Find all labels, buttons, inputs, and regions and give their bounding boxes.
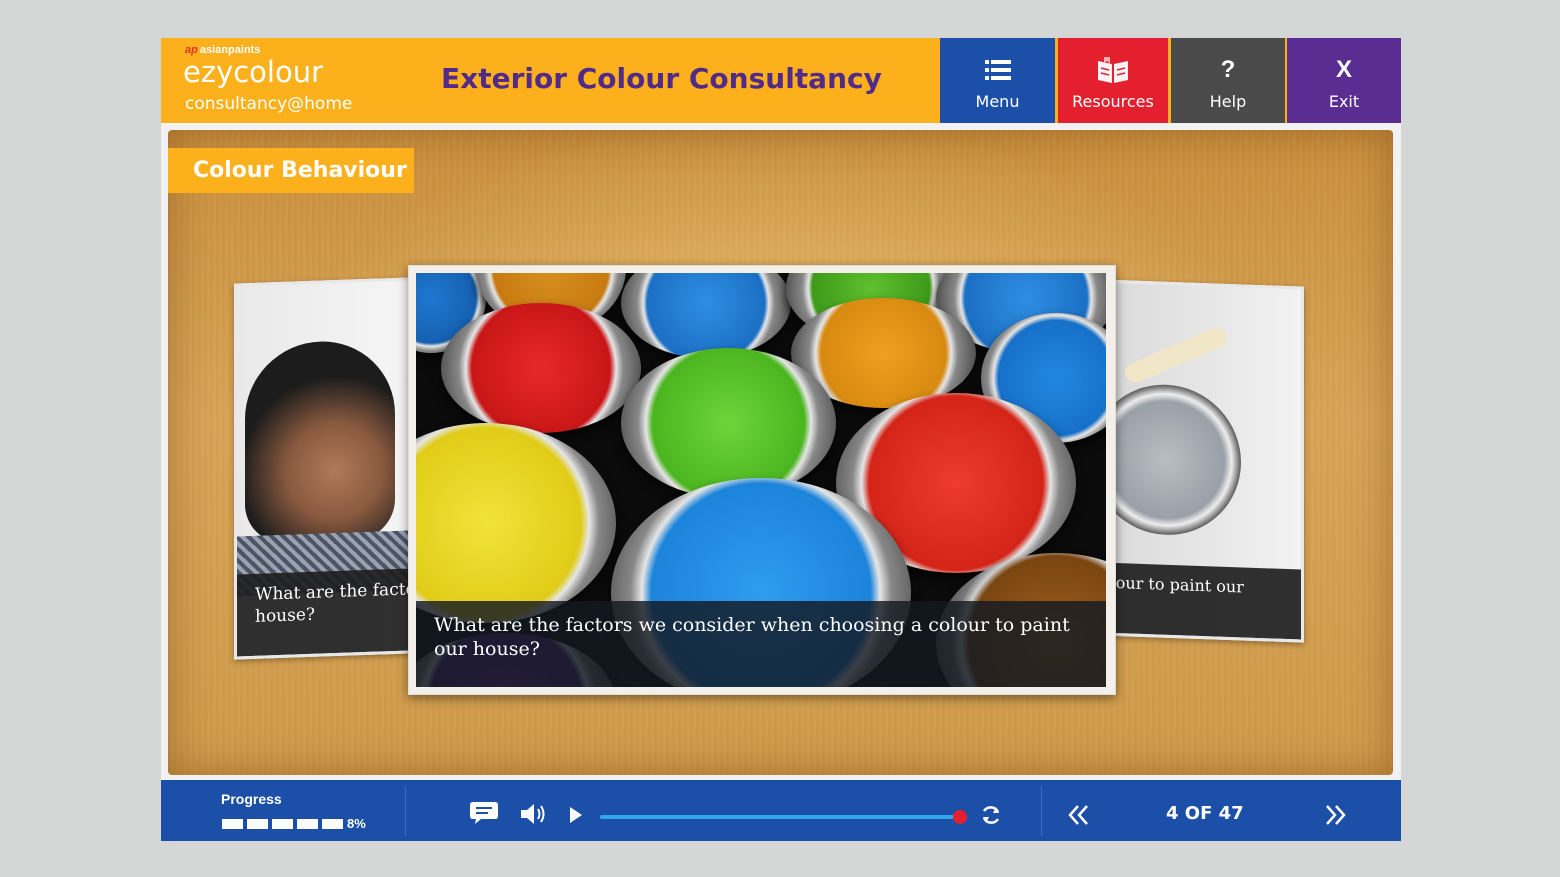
question-icon: ? [1220, 56, 1236, 83]
list-icon [940, 56, 1055, 84]
course-title: Exterior Colour Consultancy [441, 62, 882, 95]
play-icon [570, 807, 582, 823]
section-title: Colour Behaviour [168, 148, 414, 193]
volume-button[interactable] [519, 801, 549, 827]
chat-bubble-icon [470, 802, 498, 824]
current-card-caption: What are the factors we consider when ch… [416, 601, 1106, 687]
paint-cans-photo: What are the factors we consider when ch… [416, 273, 1106, 687]
next-slide-button[interactable] [1321, 802, 1349, 828]
slide-stage: Colour Behaviour What are the facto hous… [168, 130, 1393, 775]
help-label: Help [1209, 92, 1247, 111]
double-chevron-right-icon [1326, 805, 1346, 825]
progress-label: Progress [221, 791, 282, 807]
help-button[interactable]: ? Help [1171, 38, 1285, 123]
speaker-icon [521, 804, 545, 824]
previous-slide-button[interactable] [1065, 802, 1093, 828]
refresh-icon [982, 806, 1000, 824]
app-window: ap asianpaints ezycolour consultancy@home… [161, 38, 1401, 841]
exit-button[interactable]: X Exit [1287, 38, 1401, 123]
logo-main-text: ezycolour [183, 55, 324, 89]
divider [405, 786, 406, 836]
carousel-card-next[interactable]: olour to paint our [1098, 279, 1304, 643]
resources-label: Resources [1072, 92, 1154, 111]
audio-seek-bar[interactable] [600, 815, 960, 819]
header-bar: ap asianpaints ezycolour consultancy@home… [161, 38, 1401, 123]
transcript-button[interactable] [468, 800, 500, 826]
resources-button[interactable]: Resources [1058, 38, 1168, 123]
ezycolour-logo: ap asianpaints ezycolour consultancy@home [183, 44, 383, 119]
progress-indicator [222, 819, 343, 829]
exit-label: Exit [1328, 92, 1360, 111]
page-indicator: 4 OF 47 [1166, 803, 1244, 824]
player-controls-bar: Progress 8% 4 OF 47 [161, 780, 1401, 841]
carousel-card-current[interactable]: What are the factors we consider when ch… [408, 265, 1116, 695]
menu-label: Menu [975, 92, 1020, 111]
book-icon [1058, 56, 1168, 84]
menu-button[interactable]: Menu [940, 38, 1055, 123]
progress-percent: 8% [347, 816, 366, 831]
replay-button[interactable] [979, 803, 1003, 827]
play-button[interactable] [566, 804, 586, 826]
seek-handle[interactable] [953, 810, 967, 824]
divider [1041, 786, 1042, 836]
double-chevron-left-icon [1068, 805, 1088, 825]
next-card-caption: olour to paint our [1101, 562, 1301, 640]
close-icon: X [1335, 56, 1352, 83]
previous-card-caption: What are the facto house? [237, 567, 437, 657]
logo-sub-text: consultancy@home [185, 94, 353, 114]
